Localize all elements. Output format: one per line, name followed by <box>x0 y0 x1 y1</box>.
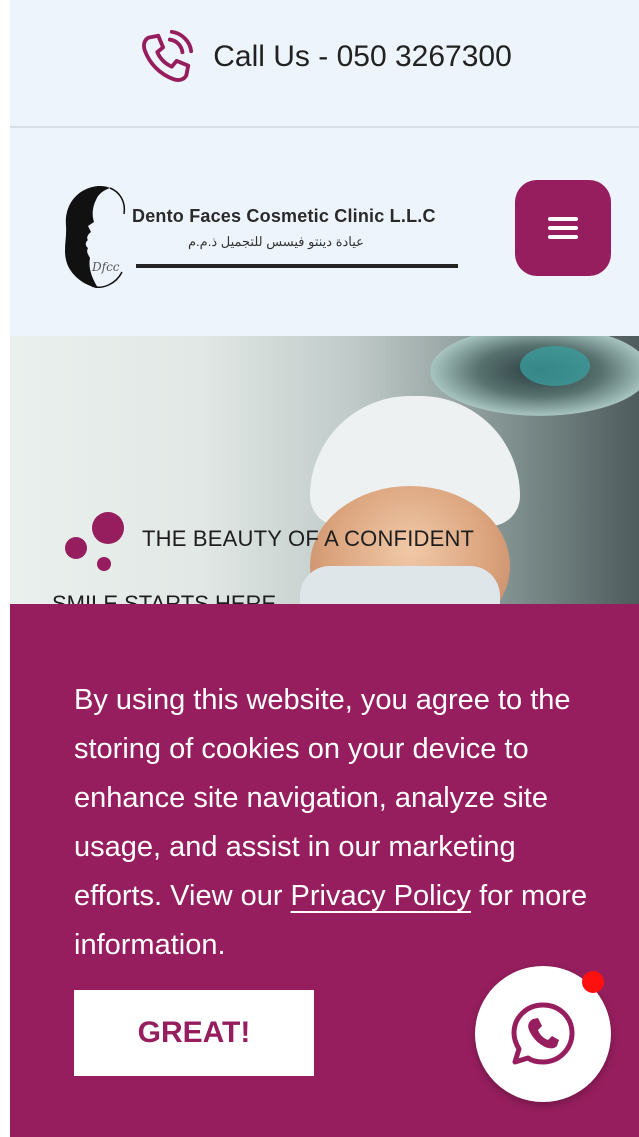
notification-dot <box>582 971 604 993</box>
hero-tagline-line1: THE BEAUTY OF A CONFIDENT <box>142 526 475 551</box>
menu-button[interactable] <box>515 180 611 276</box>
whatsapp-icon <box>511 1002 575 1065</box>
call-us-link[interactable]: Call Us - 050 3267300 <box>137 28 512 86</box>
surgical-mask <box>300 566 500 604</box>
logo-name-ar: عيادة دينتو فيسس للتجميل ذ.م.م <box>188 234 364 249</box>
phone-ringing-icon <box>142 29 194 82</box>
cookie-message: By using this website, you agree to the … <box>74 676 594 970</box>
site-header: Dfcc Dento Faces Cosmetic Clinic L.L.C ع… <box>10 128 639 336</box>
face-silhouette-logo <box>64 186 126 288</box>
accept-cookies-button[interactable]: GREAT! <box>74 990 314 1076</box>
logo-underline <box>136 264 458 268</box>
logo-signature: Dfcc <box>92 260 120 274</box>
clinic-logo[interactable]: Dfcc Dento Faces Cosmetic Clinic L.L.C ع… <box>58 182 468 292</box>
cookie-text-before: By using this website, you agree to the … <box>74 684 571 912</box>
hero-banner: THE BEAUTY OF A CONFIDENT SMILE STARTS H… <box>10 336 639 604</box>
hamburger-menu-icon <box>548 217 578 239</box>
top-contact-bar: Call Us - 050 3267300 <box>10 0 639 128</box>
privacy-policy-link[interactable]: Privacy Policy <box>291 880 472 912</box>
decorative-dots-icon <box>65 512 124 571</box>
hero-tagline-line2: SMILE STARTS HERE <box>52 591 277 604</box>
surgical-lamp <box>520 346 590 386</box>
logo-name-en: Dento Faces Cosmetic Clinic L.L.C <box>132 206 436 226</box>
call-us-text[interactable]: Call Us - 050 3267300 <box>213 40 512 74</box>
